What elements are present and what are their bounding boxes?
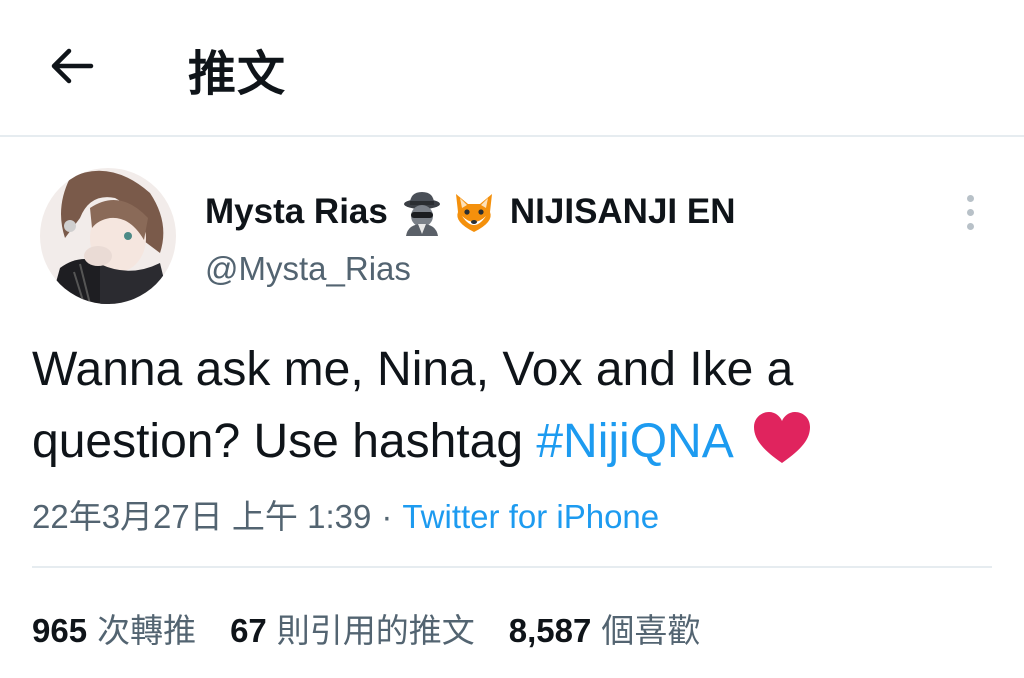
page-title: 推文	[188, 46, 287, 102]
likes-label: 個喜歡	[601, 611, 701, 650]
tweet-text: Wanna ask me, Nina, Vox and Ike a questi…	[32, 334, 992, 478]
arrow-left-icon	[51, 48, 94, 84]
author-name[interactable]: Mysta Rias NIJISANJI EN	[205, 190, 736, 236]
quote-tweets-stat[interactable]: 67 則引用的推文	[230, 604, 475, 652]
quote-tweets-label: 則引用的推文	[276, 611, 475, 650]
author-handle[interactable]: @Mysta_Rias	[205, 250, 411, 288]
more-dot-icon	[966, 222, 974, 230]
avatar[interactable]	[40, 168, 176, 304]
more-dot-icon	[966, 208, 974, 216]
tweet-text-line-2: question? Use hashtag #NijiQNA	[32, 406, 992, 478]
detective-emoji-icon	[403, 192, 440, 236]
retweets-label: 次轉推	[97, 611, 197, 650]
tweet-meta: 22年3月27日 上午 1:39 · Twitter for iPhone	[32, 490, 659, 538]
quote-tweets-count: 67	[230, 612, 267, 649]
fox-emoji-icon	[455, 194, 492, 232]
header-divider	[0, 135, 1024, 137]
tweet-text-prefix: question? Use hashtag	[32, 415, 537, 468]
author-affiliation: NIJISANJI EN	[509, 192, 736, 231]
likes-count: 8,587	[508, 612, 592, 649]
tweet-timestamp[interactable]: 22年3月27日 上午 1:39	[32, 498, 371, 535]
meta-separator: ·	[381, 498, 393, 535]
stats-divider	[32, 566, 992, 568]
retweets-stat[interactable]: 965 次轉推	[32, 604, 196, 652]
more-options-button[interactable]	[950, 190, 990, 234]
more-dot-icon	[966, 194, 974, 202]
red-heart-icon	[753, 412, 810, 463]
likes-stat[interactable]: 8,587 個喜歡	[509, 604, 701, 652]
tweet-source-link[interactable]: Twitter for iPhone	[402, 498, 659, 535]
top-bar: 推文	[0, 0, 1024, 137]
back-button[interactable]	[44, 38, 100, 94]
hashtag-link[interactable]: #NijiQNA	[536, 415, 733, 468]
tweet-stats: 965 次轉推 67 則引用的推文 8,587 個喜歡	[32, 604, 700, 652]
tweet-text-line-1: Wanna ask me, Nina, Vox and Ike a	[32, 343, 794, 396]
retweets-count: 965	[32, 612, 88, 649]
tweet-page: 推文 Mysta Rias NIJISANJI EN @Mysta_Rias W…	[0, 0, 1024, 678]
author-display-name: Mysta Rias	[205, 192, 388, 231]
